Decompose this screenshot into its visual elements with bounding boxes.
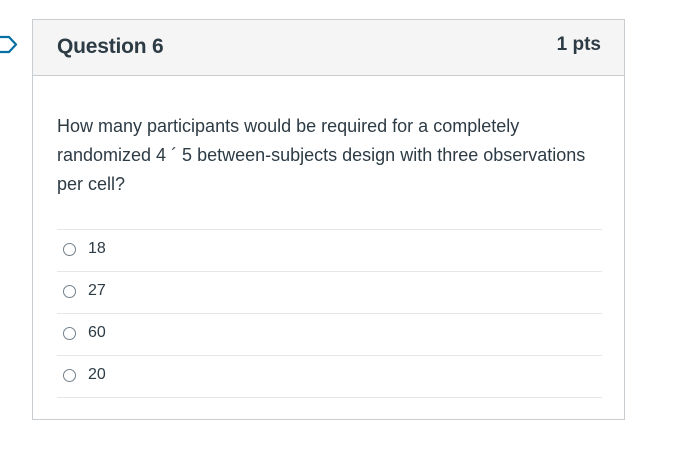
flag-question-icon[interactable] (0, 35, 18, 54)
answer-option[interactable]: 60 (57, 314, 602, 356)
radio-button[interactable] (63, 327, 76, 340)
answer-option[interactable]: 27 (57, 272, 602, 314)
radio-button[interactable] (63, 369, 76, 382)
answer-label: 20 (88, 366, 106, 383)
answer-option[interactable]: 18 (57, 230, 602, 272)
answer-label: 18 (88, 240, 106, 257)
question-title: Question 6 (57, 35, 164, 58)
answer-option[interactable]: 20 (57, 356, 602, 398)
answer-label: 27 (88, 282, 106, 299)
radio-button[interactable] (63, 243, 76, 256)
question-card: Question 6 1 pts How many participants w… (32, 19, 625, 420)
question-header: Question 6 1 pts (33, 20, 624, 76)
question-points: 1 pts (556, 34, 601, 55)
question-text: How many participants would be required … (57, 116, 586, 194)
radio-button[interactable] (63, 285, 76, 298)
answer-list: 18 27 60 20 (57, 229, 602, 398)
answer-label: 60 (88, 324, 106, 341)
